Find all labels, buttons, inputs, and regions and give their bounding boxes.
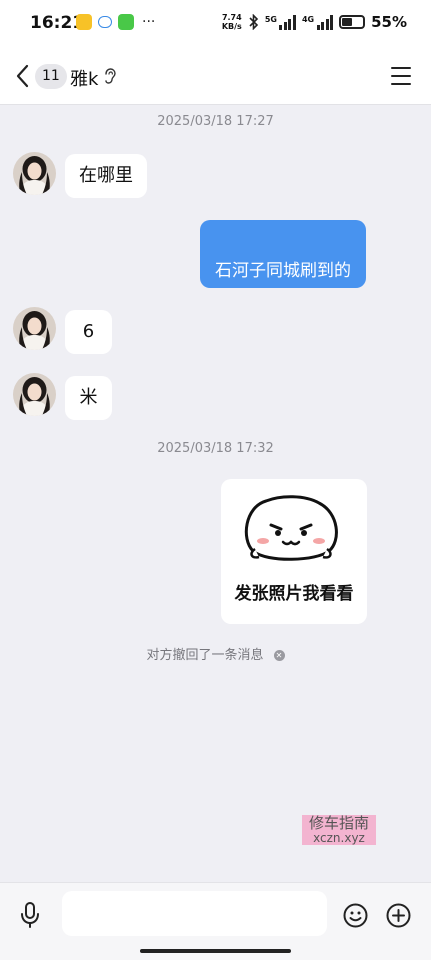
more-notifications-icon: ··· [142, 14, 156, 30]
input-bar [0, 882, 431, 960]
avatar[interactable] [13, 152, 56, 195]
back-icon[interactable] [14, 64, 34, 88]
recall-notice-text: 对方撤回了一条消息 [146, 648, 264, 663]
battery-percent: 55% [371, 13, 407, 31]
unread-count-badge[interactable]: 11 [35, 64, 67, 89]
outgoing-message[interactable]: 石河子同城刷到的 [200, 220, 366, 288]
avatar[interactable] [13, 373, 56, 416]
signal-4g-icon: 4G [301, 14, 334, 30]
notification-icons: ··· [76, 14, 155, 30]
incoming-message[interactable]: 在哪里 [65, 154, 147, 198]
watermark-line-1: 修车指南 [308, 814, 369, 832]
incoming-message[interactable]: 米 [65, 376, 112, 420]
message-notification-icon [118, 14, 134, 30]
plus-icon[interactable] [386, 903, 411, 928]
network-speed-unit: KB/s [221, 22, 242, 31]
message-timestamp: 2025/03/18 17:32 [157, 441, 274, 456]
network-speed-value: 7.74 [221, 13, 242, 22]
watermark: 修车指南 xczn.xyz [302, 815, 376, 845]
bluetooth-icon [249, 14, 258, 30]
app-notification-icon [76, 14, 92, 30]
home-indicator[interactable] [140, 949, 291, 953]
recall-notice: 对方撤回了一条消息 ✕ [0, 644, 431, 663]
menu-icon[interactable] [391, 67, 411, 85]
outgoing-message-text: 石河子同城刷到的 [215, 261, 351, 281]
network-type-5g: 5G [264, 15, 277, 24]
battery-icon [339, 15, 366, 29]
status-bar: 16:21 ··· 7.74 KB/s 5G 4G 55% [0, 0, 431, 48]
ear-icon [105, 68, 116, 84]
mic-icon[interactable] [19, 901, 41, 929]
sticker-message[interactable]: 发张照片我看看 [221, 479, 367, 624]
signal-5g-icon: 5G [265, 14, 296, 30]
network-type-4g: 4G [301, 15, 315, 24]
avatar[interactable] [13, 307, 56, 350]
emoji-icon[interactable] [343, 903, 368, 928]
chat-header: 11 雅k [0, 48, 431, 105]
sticker-face-image [244, 495, 338, 561]
message-input[interactable] [62, 891, 327, 936]
contact-name: 雅k [70, 69, 99, 90]
status-indicators: 7.74 KB/s 5G 4G 55% [222, 13, 407, 31]
message-timestamp: 2025/03/18 17:27 [157, 114, 274, 129]
close-icon[interactable]: ✕ [273, 650, 285, 661]
network-speed: 7.74 KB/s [222, 13, 242, 31]
chat-notification-icon [98, 16, 112, 28]
sticker-caption: 发张照片我看看 [234, 584, 354, 604]
battery-level [342, 18, 353, 26]
incoming-message[interactable]: 6 [65, 310, 112, 354]
watermark-line-2: xczn.xyz [313, 831, 365, 845]
